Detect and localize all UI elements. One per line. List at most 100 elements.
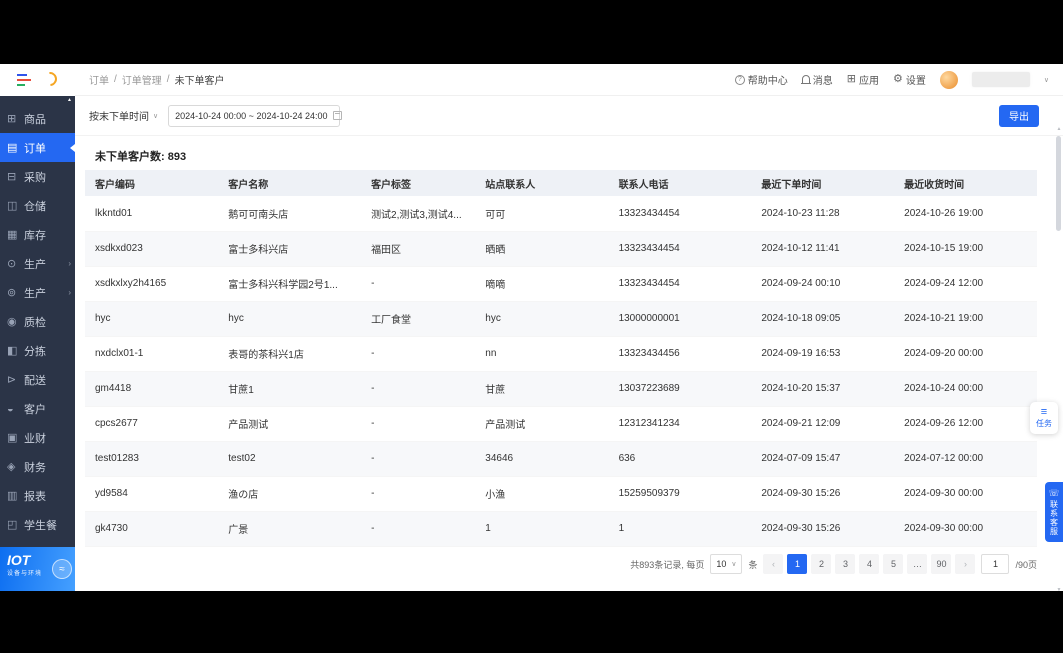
scroll-up-icon[interactable]: ▲ bbox=[1056, 126, 1062, 132]
sidebar-item-业财[interactable]: ▣ 业财 bbox=[0, 423, 75, 452]
breadcrumb-item[interactable]: 订单管理 bbox=[122, 72, 162, 87]
table-body: lkkntd01 鹅可可南头店 测试2,测试3,测试4... 可可 1332343445… bbox=[85, 196, 1037, 547]
page-jumper-input[interactable]: 1 bbox=[981, 554, 1010, 574]
sidebar-item-采购[interactable]: ⊟ 采购 bbox=[0, 162, 75, 191]
sidebar-item-生产[interactable]: ⊚ 生产 › bbox=[0, 278, 75, 307]
filter-type-label: 按末下单时间 bbox=[89, 112, 149, 123]
page-button-…[interactable]: … bbox=[907, 554, 928, 574]
menu-label: 分拣 bbox=[24, 345, 46, 358]
table-cell: lkkntd01 bbox=[85, 196, 219, 232]
table-cell: test01283 bbox=[85, 441, 219, 477]
chevron-right-icon: › bbox=[68, 288, 71, 297]
page-button-5[interactable]: 5 bbox=[883, 554, 904, 574]
table-cell: 2024-09-20 00:00 bbox=[894, 336, 1037, 372]
table-cell: 2024-10-24 00:00 bbox=[894, 371, 1037, 407]
table-row[interactable]: nxdclx01-1 表哥的茶科兴1店 - nn 13323434456 2024-09-… bbox=[85, 336, 1037, 372]
table-cell: 13323434454 bbox=[608, 266, 752, 302]
table-row[interactable]: lkkntd01 鹅可可南头店 测试2,测试3,测试4... 可可 1332343445… bbox=[85, 196, 1037, 232]
header-action-gear[interactable]: ⚙ 设置 bbox=[893, 72, 926, 88]
sidebar-item-生产[interactable]: ⊙ 生产 › bbox=[0, 249, 75, 278]
scroll-down-icon[interactable]: ▼ bbox=[1056, 587, 1062, 591]
table-cell: 2024-10-26 19:00 bbox=[894, 196, 1037, 232]
table-row[interactable]: xsdkxlxy2h4165 富士多科兴科学园2号1... - 嘀嘀 133234344… bbox=[85, 266, 1037, 302]
table-cell: 广景 bbox=[218, 511, 362, 547]
column-header: 客户标签 bbox=[361, 170, 476, 196]
menu-label: 业财 bbox=[24, 432, 46, 445]
sidebar-item-库存[interactable]: ▦ 库存 bbox=[0, 220, 75, 249]
breadcrumb-item[interactable]: 未下单客户 bbox=[175, 72, 225, 87]
app-window: ▲ ⊞ 商品 ▤ 订单 ⊟ 采购 ◫ 仓储 ▦ 库存 ⊙ 生产 › ⊚ 生产 › ◉ 质检 ◧ 分拣 ⊳ 配送 ◒ 客户 ▣ 业财… bbox=[0, 64, 1063, 591]
table-cell: 2024-10-21 19:00 bbox=[894, 301, 1037, 337]
table-cell: 13323434456 bbox=[608, 336, 752, 372]
export-button[interactable]: 导出 bbox=[999, 104, 1039, 127]
sidebar-item-商品[interactable]: ⊞ 商品 bbox=[0, 104, 75, 133]
chevron-right-icon: › bbox=[68, 259, 71, 268]
page-size-select[interactable]: 10 ∨ bbox=[710, 554, 743, 574]
sidebar-item-财务[interactable]: ◈ 财务 bbox=[0, 452, 75, 481]
sidebar-item-客户[interactable]: ◒ 客户 bbox=[0, 394, 75, 423]
menu-icon: ⊚ bbox=[7, 287, 17, 299]
table-cell: 产品测试 bbox=[218, 406, 362, 442]
prev-page-button[interactable]: ‹ bbox=[763, 554, 784, 574]
table-cell: 15259509379 bbox=[608, 476, 752, 512]
page-button-3[interactable]: 3 bbox=[835, 554, 856, 574]
sidebar-item-订单[interactable]: ▤ 订单 bbox=[0, 133, 75, 162]
table-cell: xsdkxlxy2h4165 bbox=[85, 266, 219, 302]
table-cell: 测试2,测试3,测试4... bbox=[361, 196, 476, 232]
menu-label: 商品 bbox=[24, 113, 46, 126]
table-row[interactable]: gk4730 广景 -1 1 2024-09-30 15:26 2024-09-30 00… bbox=[85, 511, 1037, 547]
menu-label: 财务 bbox=[24, 461, 46, 474]
table-row[interactable]: hyc hyc 工厂食堂 hyc 13000000001 2024-10-18 09:05… bbox=[85, 301, 1037, 337]
menu-icon: ◧ bbox=[7, 345, 18, 357]
next-page-button[interactable]: › bbox=[955, 554, 976, 574]
table-cell: 甘蔗 bbox=[475, 371, 609, 407]
table-cell: 13000000001 bbox=[608, 301, 752, 337]
sidebar: ▲ ⊞ 商品 ▤ 订单 ⊟ 采购 ◫ 仓储 ▦ 库存 ⊙ 生产 › ⊚ 生产 › ◉ 质检 ◧ 分拣 ⊳ 配送 ◒ 客户 ▣ 业财… bbox=[0, 64, 75, 591]
sidebar-item-学生餐[interactable]: ◰ 学生餐 bbox=[0, 510, 75, 539]
table-row[interactable]: xsdkxd023 富士多科兴店 福田区 晒晒 13323434454 2024-10-1… bbox=[85, 231, 1037, 267]
filter-type-select[interactable]: 按末下单时间 ∨ bbox=[89, 108, 158, 123]
date-range-input[interactable]: 2024-10-24 00:00 ~ 2024-10-24 24:00 bbox=[168, 104, 342, 127]
sidebar-item-仓储[interactable]: ◫ 仓储 bbox=[0, 191, 75, 220]
table-row[interactable]: cpcs2677 产品测试 - 产品测试 12312341234 2024-09-21 1… bbox=[85, 406, 1037, 442]
avatar[interactable] bbox=[939, 70, 958, 89]
menu-scroll-up-icon[interactable]: ▲ bbox=[67, 98, 72, 103]
header-action-apps[interactable]: ⊞ 应用 bbox=[847, 72, 879, 88]
column-header: 最近收货时间 bbox=[894, 170, 1037, 196]
table-cell: cpcs2677 bbox=[85, 406, 219, 442]
brand-logo-icon bbox=[15, 69, 61, 89]
header-action-help[interactable]: ? 帮助中心 bbox=[734, 72, 788, 87]
page-button-2[interactable]: 2 bbox=[811, 554, 832, 574]
table-cell: 13323434454 bbox=[608, 196, 752, 232]
gear-icon: ⚙ bbox=[893, 73, 903, 85]
scrollbar-thumb[interactable] bbox=[1056, 136, 1061, 231]
sidebar-item-分拣[interactable]: ◧ 分拣 bbox=[0, 336, 75, 365]
table-row[interactable]: yd9584 渔の店 - 小渔 15259509379 2024-09-30 15:26 2… bbox=[85, 476, 1037, 512]
table-cell: 鹅可可南头店 bbox=[218, 196, 362, 232]
sidebar-item-报表[interactable]: ▥ 报表 bbox=[0, 481, 75, 510]
header-action-bell[interactable]: 消息 bbox=[800, 72, 833, 87]
sidebar-item-质检[interactable]: ◉ 质检 bbox=[0, 307, 75, 336]
iot-panel[interactable]: IOT 设备与环境 ≈ bbox=[0, 547, 75, 591]
user-menu-caret-icon[interactable]: ∨ bbox=[1044, 76, 1049, 84]
table-cell: 福田区 bbox=[361, 231, 476, 267]
table-cell: - bbox=[361, 406, 476, 442]
help-icon: ? bbox=[734, 74, 745, 85]
sidebar-item-配送[interactable]: ⊳ 配送 bbox=[0, 365, 75, 394]
date-range-value: 2024-10-24 00:00 ~ 2024-10-24 24:00 bbox=[175, 110, 328, 121]
page-button-90[interactable]: 90 bbox=[931, 554, 952, 574]
brand-logo[interactable] bbox=[0, 64, 75, 96]
table-cell: 1 bbox=[608, 511, 752, 547]
breadcrumb-item[interactable]: 订单 bbox=[89, 72, 109, 87]
page-button-4[interactable]: 4 bbox=[859, 554, 880, 574]
table-cell: 2024-09-24 00:10 bbox=[751, 266, 895, 302]
table-cell: 2024-10-12 11:41 bbox=[751, 231, 895, 267]
menu-icon: ▣ bbox=[7, 432, 18, 444]
support-float-button[interactable]: ☏ 联系客服 bbox=[1045, 482, 1063, 542]
top-header: 订单 / 订单管理 / 未下单客户 ? 帮助中心 消息 ⊞ 应用 ⚙ 设置 ∨ bbox=[75, 64, 1063, 96]
menu-icon: ◰ bbox=[7, 519, 18, 531]
table-row[interactable]: test01283 test02-34646 636 2024-07-09 15:47… bbox=[85, 441, 1037, 477]
task-float-button[interactable]: ≡ 任务 bbox=[1030, 402, 1058, 434]
page-button-1[interactable]: 1 bbox=[787, 554, 808, 574]
table-row[interactable]: gm4418 甘蔗1- 甘蔗 13037223689 2024-10-20 15:37 2… bbox=[85, 371, 1037, 407]
